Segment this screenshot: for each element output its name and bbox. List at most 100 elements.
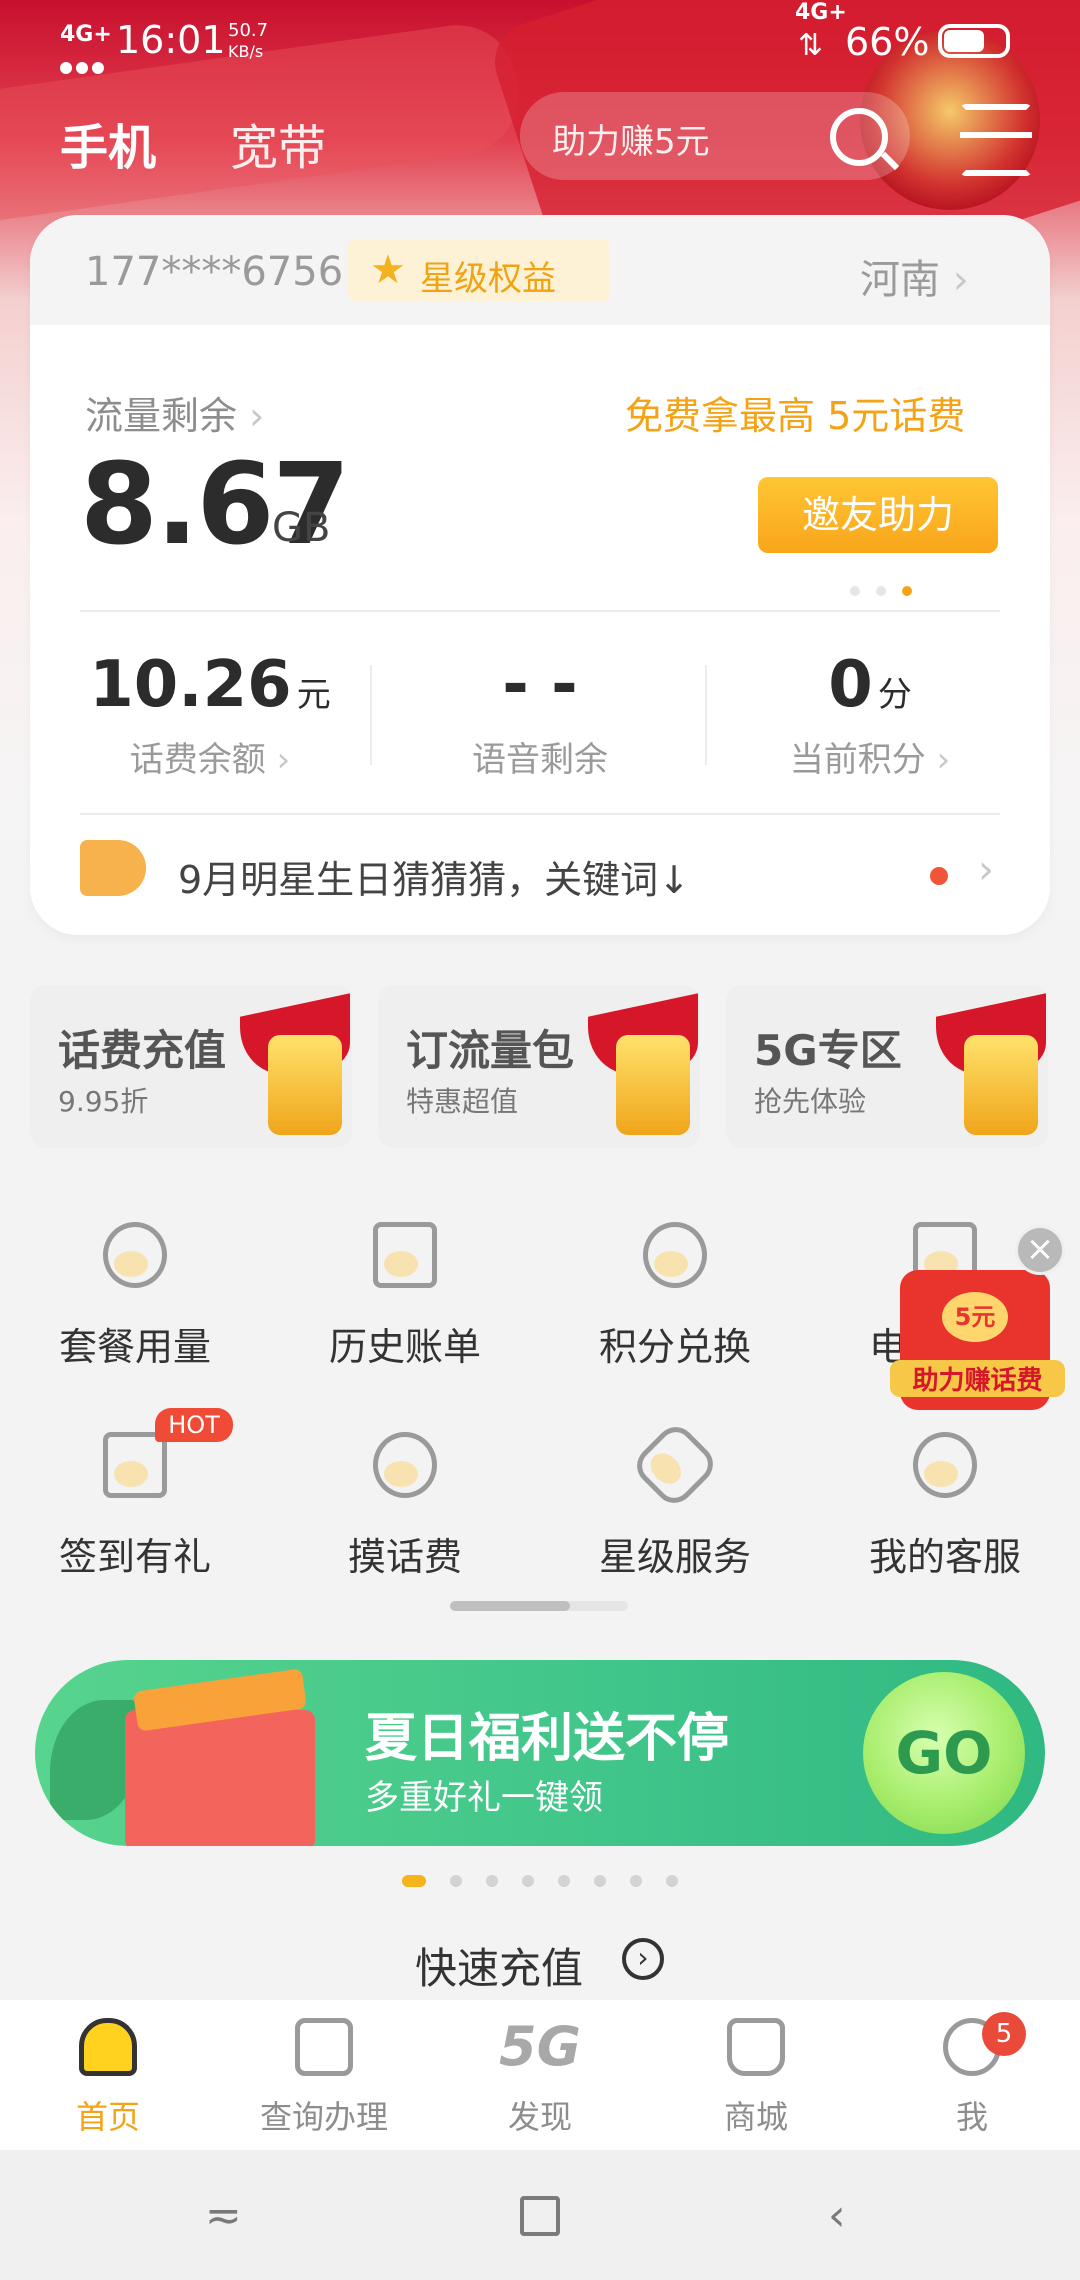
chevron-right-icon: ›	[265, 740, 291, 780]
signal-bars-icon	[60, 46, 104, 74]
pager-dot	[876, 586, 886, 596]
divider	[80, 610, 1000, 612]
search-placeholder: 助力赚5元	[552, 122, 710, 162]
notice-text[interactable]: 9月明星生日猜猜猜，关键词↓	[178, 849, 690, 904]
balance-unit: 元	[296, 675, 331, 715]
balance-value: 10.26	[89, 648, 292, 722]
grid-item-star-service[interactable]: 星级服务	[565, 1419, 785, 1581]
nav-home[interactable]: 首页	[0, 2018, 216, 2138]
gift-box-icon	[125, 1710, 315, 1846]
voice-stat[interactable]: - - 语音剩余	[390, 648, 690, 781]
promo-tile-title: 5G专区	[754, 1026, 902, 1075]
pager-dot-active	[402, 1874, 426, 1887]
floating-red-packet[interactable]: 5元 助力赚话费	[890, 1270, 1065, 1410]
quick-recharge-title[interactable]: 快速充值	[415, 1935, 583, 1996]
grid-item-customer-service[interactable]: 我的客服	[835, 1432, 1055, 1581]
voice-value: - -	[502, 648, 578, 722]
region-selector[interactable]: 河南 ›	[860, 247, 969, 305]
coins-icon	[643, 1222, 707, 1288]
star-benefits-label: 星级权益	[420, 259, 556, 299]
search-bar[interactable]: 助力赚5元	[520, 92, 910, 180]
search-icon[interactable]	[830, 108, 888, 166]
network-speed-unit: KB/s	[228, 42, 264, 61]
nav-query[interactable]: 查询办理	[216, 2018, 432, 2138]
network-indicator-right: 4G+	[795, 0, 847, 25]
signal-trophy-icon	[616, 1035, 690, 1135]
shopping-bag-icon	[727, 2018, 785, 2076]
star-benefits-badge[interactable]: ★ 星级权益	[348, 239, 610, 301]
balance-stat[interactable]: 10.26 元 话费余额 ›	[60, 648, 360, 781]
chevron-right-icon[interactable]: ›	[978, 847, 994, 893]
nav-discover[interactable]: 5G 发现	[432, 2018, 648, 2138]
battery-percent: 66%	[845, 20, 930, 64]
tab-mobile[interactable]: 手机	[60, 108, 156, 178]
yuan-trophy-icon	[268, 1035, 342, 1135]
tab-broadband[interactable]: 宽带	[230, 108, 326, 178]
pager-dot	[522, 1874, 534, 1887]
promo-tile-title: 订流量包	[406, 1026, 575, 1075]
flow-remaining-label: 流量剩余	[85, 394, 238, 438]
grid-item-touch-credit[interactable]: 摸话费	[295, 1432, 515, 1581]
data-transfer-icon: ⇅	[798, 28, 824, 63]
star-icon	[629, 1419, 721, 1511]
network-indicator-left: 4G+	[60, 22, 112, 47]
grid-item-history-bill[interactable]: 历史账单	[295, 1222, 515, 1371]
grid-item-plan-usage[interactable]: 套餐用量	[25, 1222, 245, 1371]
nav-label: 首页	[75, 2098, 140, 2136]
grid-item-label: 历史账单	[328, 1325, 481, 1369]
points-label: 当前积分	[789, 740, 926, 780]
hot-badge: HOT	[155, 1408, 233, 1442]
scan-icon[interactable]	[960, 104, 1032, 176]
red-packet-label: 助力赚话费	[890, 1360, 1065, 1397]
home-button-icon[interactable]	[520, 2196, 560, 2236]
flow-remaining-link[interactable]: 流量剩余 ›	[85, 385, 264, 440]
chevron-right-icon: ›	[925, 740, 951, 780]
pie-chart-icon	[103, 1222, 167, 1288]
pager-dot	[558, 1874, 570, 1887]
promo-tile-subtitle: 抢先体验	[754, 1085, 867, 1118]
pager-dot	[486, 1874, 498, 1887]
status-time: 16:01	[116, 18, 226, 62]
megaphone-icon	[80, 840, 146, 896]
close-icon[interactable]: ×	[1015, 1225, 1065, 1275]
document-icon	[295, 2018, 353, 2076]
nav-label: 商城	[723, 2098, 788, 2136]
grid-item-label: 摸话费	[347, 1535, 462, 1579]
recent-apps-icon[interactable]: ≂	[205, 2190, 242, 2241]
flow-remaining-unit: GB	[272, 505, 331, 551]
system-nav-bar: ≂ ‹	[0, 2150, 1080, 2280]
promo-tile-data-pack[interactable]: 订流量包 特惠超值	[378, 985, 700, 1148]
clipboard-icon	[373, 1222, 437, 1288]
pager-dot	[850, 586, 860, 596]
nav-label: 查询办理	[259, 2098, 388, 2136]
free-credit-promo[interactable]: 免费拿最高 5元话费	[625, 385, 965, 440]
pager-dot	[594, 1874, 606, 1887]
grid-item-label: 签到有礼	[58, 1535, 211, 1579]
summer-welfare-banner[interactable]: 夏日福利送不停 多重好礼一键领 GO	[35, 1660, 1045, 1846]
promo-tile-5g[interactable]: 5G专区 抢先体验	[726, 985, 1048, 1148]
network-speed: 50.7	[228, 20, 269, 41]
grid-item-points-exchange[interactable]: 积分兑换	[565, 1222, 785, 1371]
account-card: 177****6756 ★ 星级权益 河南 › 流量剩余 › 8.67 GB 免…	[30, 215, 1050, 935]
points-value: 0	[828, 648, 873, 722]
promo-tile-recharge[interactable]: 话费充值 9.95折	[30, 985, 352, 1148]
pager-dot	[630, 1874, 642, 1887]
chevron-right-circle-icon[interactable]: ›	[622, 1938, 664, 1980]
yuan-coin-icon	[373, 1432, 437, 1498]
nav-mall[interactable]: 商城	[648, 2018, 864, 2138]
back-icon[interactable]: ‹	[828, 2190, 846, 2241]
home-icon	[79, 2018, 137, 2076]
nav-me[interactable]: 5 我	[864, 2012, 1080, 2138]
go-button[interactable]: GO	[863, 1672, 1025, 1834]
points-stat[interactable]: 0 分 当前积分 ›	[720, 648, 1020, 781]
unread-dot	[930, 867, 948, 885]
nav-label: 发现	[507, 2098, 572, 2136]
grid-item-check-in[interactable]: 签到有礼	[25, 1432, 245, 1581]
invite-friends-button[interactable]: 邀友助力	[758, 477, 998, 553]
pager-dot-active	[902, 586, 912, 596]
grid-item-label: 套餐用量	[58, 1325, 211, 1369]
divider	[705, 665, 707, 765]
grid-item-label: 我的客服	[868, 1535, 1021, 1579]
bottom-nav: 首页 查询办理 5G 发现 商城 5 我	[0, 2000, 1080, 2150]
headset-icon	[913, 1432, 977, 1498]
